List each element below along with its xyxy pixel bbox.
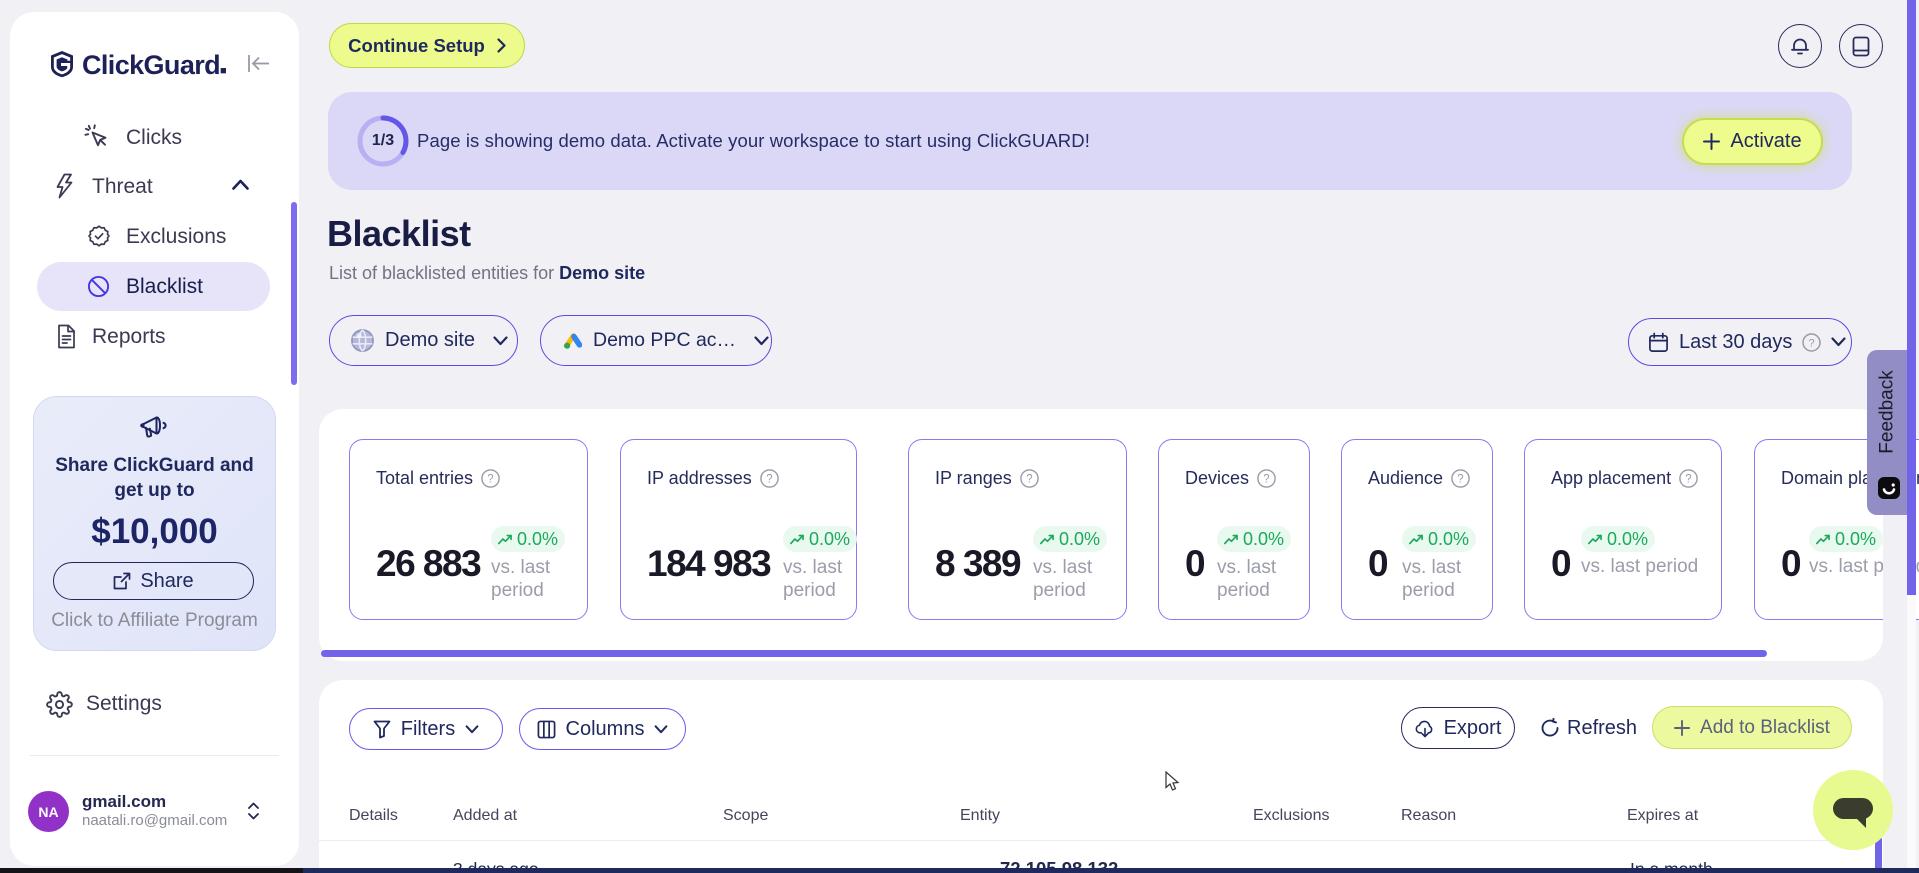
svg-text:?: ?: [1026, 474, 1032, 486]
svg-text:?: ?: [487, 474, 493, 486]
svg-text:?: ?: [1263, 474, 1269, 486]
svg-text:?: ?: [1685, 474, 1691, 486]
svg-text:?: ?: [1457, 474, 1463, 486]
svg-text:?: ?: [1809, 337, 1815, 349]
svg-text:?: ?: [766, 474, 772, 486]
